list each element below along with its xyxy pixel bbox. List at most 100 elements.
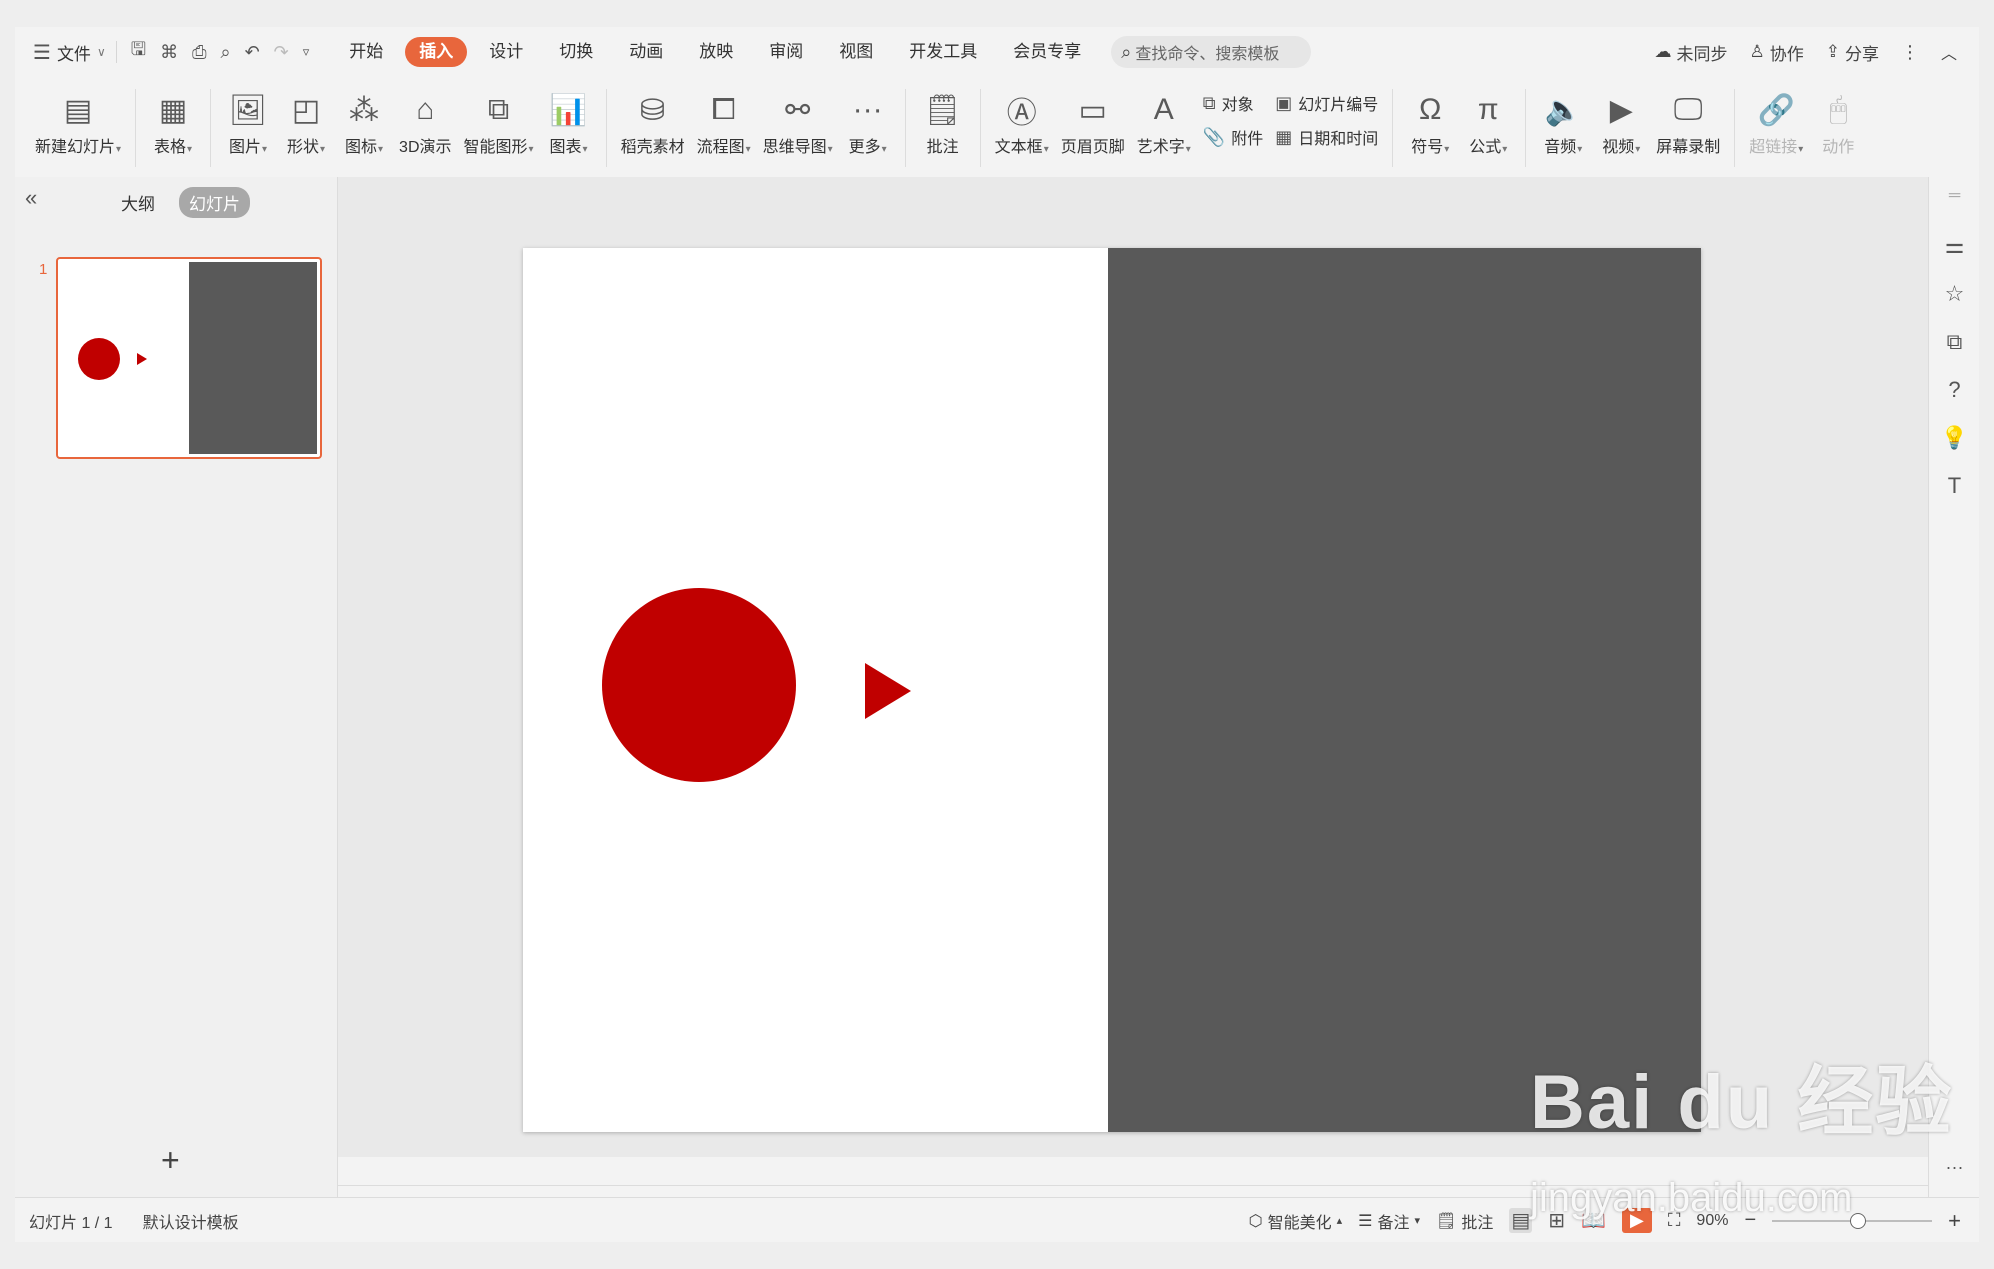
tab-member[interactable]: 会员专享: [995, 37, 1099, 67]
screen-record-button[interactable]: 🖵 屏幕录制: [1656, 77, 1720, 157]
material-button[interactable]: ⛁ 稻壳素材: [621, 77, 685, 157]
demo3d-button[interactable]: ⌂ 3D演示: [399, 77, 451, 157]
formula-label: 公式: [1469, 139, 1502, 156]
symbol-label: 符号: [1411, 139, 1444, 156]
header-footer-button[interactable]: ▭ 页眉页脚: [1061, 77, 1125, 157]
tab-view[interactable]: 视图: [821, 37, 891, 67]
tab-outline[interactable]: 大纲: [111, 187, 165, 218]
tab-developer[interactable]: 开发工具: [891, 37, 995, 67]
tab-design[interactable]: 设计: [471, 37, 541, 67]
star-icon[interactable]: ☆: [1929, 281, 1979, 307]
customize-icon[interactable]: ▿: [303, 44, 310, 60]
smart-beautify-button[interactable]: ⬡ 智能美化 ▴: [1249, 1209, 1343, 1233]
tab-home[interactable]: 开始: [331, 37, 401, 67]
file-menu[interactable]: ☰ 文件 ∨: [33, 40, 106, 65]
smartart-button[interactable]: ⧉ 智能图形▾: [464, 77, 534, 157]
collapse-panel-icon[interactable]: «: [25, 185, 37, 211]
slide-thumbnail[interactable]: [56, 257, 322, 459]
icon-label: 图标: [345, 139, 378, 156]
tab-review[interactable]: 审阅: [751, 37, 821, 67]
attachment-button[interactable]: 📎 附件: [1203, 125, 1263, 149]
save-icon[interactable]: 🖫: [131, 37, 146, 67]
wordart-button[interactable]: A 艺术字▾: [1137, 77, 1191, 157]
video-icon: ▶: [1609, 93, 1633, 127]
wordart-label: 艺术字: [1136, 139, 1185, 156]
object-icon: ⧉: [1202, 92, 1216, 113]
format-painter-icon[interactable]: ⌘: [160, 42, 178, 63]
notes-toggle-button[interactable]: ☰ 备注 ▾: [1358, 1209, 1420, 1233]
print-icon[interactable]: ⎙: [192, 42, 206, 63]
divider: [605, 89, 607, 167]
collab-button[interactable]: ♙ 协作: [1749, 40, 1803, 65]
zoom-slider-knob[interactable]: [1850, 1212, 1867, 1229]
tab-slideshow[interactable]: 放映: [681, 37, 751, 67]
add-slide-icon[interactable]: +: [161, 1142, 180, 1179]
hyperlink-button[interactable]: 🔗 超链接▾: [1749, 77, 1803, 157]
redo-icon[interactable]: ↷: [274, 42, 289, 63]
current-slide[interactable]: [523, 248, 1701, 1132]
lightbulb-icon[interactable]: 💡: [1929, 425, 1979, 451]
action-label: 动作: [1822, 139, 1855, 156]
table-button[interactable]: ▦ 表格▾: [150, 77, 196, 157]
date-time-button[interactable]: ▦ 日期和时间: [1275, 125, 1378, 149]
red-circle-shape[interactable]: [602, 588, 796, 782]
flowchart-label: 流程图: [696, 139, 745, 156]
symbol-button[interactable]: Ω 符号▾: [1407, 77, 1453, 157]
tab-transition[interactable]: 切换: [541, 37, 611, 67]
normal-view-icon[interactable]: ▤: [1509, 1208, 1533, 1233]
menu-bar: ☰ 文件 ∨ 🖫 ⌘ ⎙ ⌕ ↶ ↷ ▿ 开始 插入 设计 切换 动画 放映 审…: [15, 27, 1979, 77]
dropdown-arrow-icon: ▾: [881, 144, 887, 155]
formula-button[interactable]: π 公式▾: [1465, 77, 1511, 157]
tab-slides[interactable]: 幻灯片: [179, 187, 250, 218]
action-button[interactable]: 🖱 动作: [1815, 77, 1861, 157]
thumbnail-gray-panel: [189, 262, 317, 454]
textbox-button[interactable]: Ⓐ 文本框▾: [995, 77, 1049, 157]
slide-number-icon: ▣: [1275, 92, 1293, 113]
dropdown-arrow-icon: ▾: [528, 144, 534, 155]
slide-number-button[interactable]: ▣ 幻灯片编号: [1275, 91, 1378, 115]
divider: [1392, 89, 1394, 167]
ribbon-tabs: 开始 插入 设计 切换 动画 放映 审阅 视图 开发工具 会员专享: [331, 37, 1099, 67]
command-search-input[interactable]: ⌕ 查找命令、搜索模板: [1111, 36, 1312, 68]
print-preview-icon[interactable]: ⌕: [220, 42, 230, 63]
calendar-icon: ▦: [1275, 126, 1293, 147]
wordart-icon: A: [1153, 93, 1174, 126]
undo-icon[interactable]: ↶: [245, 42, 260, 63]
copy-layout-icon[interactable]: ⧉: [1929, 329, 1979, 355]
header-footer-icon: ▭: [1078, 93, 1107, 127]
text-icon[interactable]: T: [1929, 473, 1979, 499]
sync-button[interactable]: ☁ 未同步: [1654, 40, 1727, 65]
red-triangle-shape[interactable]: [865, 663, 911, 719]
share-button[interactable]: ⇪ 分享: [1826, 40, 1879, 65]
shape-button[interactable]: ◰ 形状▾: [283, 77, 329, 157]
slide-counter: 幻灯片 1 / 1: [29, 1214, 113, 1232]
more-label: 更多: [848, 139, 881, 156]
help-icon[interactable]: ?: [1929, 377, 1979, 403]
comment-button[interactable]: 🗒 批注: [920, 77, 966, 157]
template-name[interactable]: 默认设计模板: [143, 1209, 239, 1233]
icon-button[interactable]: ⁂ 图标▾: [341, 77, 387, 157]
tab-animation[interactable]: 动画: [611, 37, 681, 67]
video-button[interactable]: ▶ 视频▾: [1598, 77, 1644, 157]
zoom-in-icon[interactable]: +: [1948, 1208, 1961, 1234]
more-vertical-icon[interactable]: ⋮: [1901, 42, 1919, 63]
mindmap-button[interactable]: ⚯ 思维导图▾: [763, 77, 833, 157]
more-horizontal-icon[interactable]: ···: [1929, 1157, 1979, 1178]
audio-button[interactable]: 🔈 音频▾: [1540, 77, 1586, 157]
gray-rectangle-shape[interactable]: [1108, 248, 1701, 1132]
comment-label: 批注: [926, 139, 959, 156]
more-button[interactable]: ··· 更多▾: [845, 77, 891, 157]
new-slide-button[interactable]: ▤ 新建幻灯片▾: [35, 77, 121, 157]
tab-insert[interactable]: 插入: [405, 37, 468, 67]
object-button[interactable]: ⧉ 对象: [1203, 91, 1263, 115]
picture-button[interactable]: 🖼 图片▾: [225, 77, 271, 157]
chart-button[interactable]: 📊 图表▾: [546, 77, 592, 157]
chevron-up-icon: ▴: [1336, 1215, 1343, 1227]
attachment-label: 附件: [1231, 131, 1264, 148]
dropdown-arrow-icon: ▾: [1502, 144, 1508, 155]
flowchart-button[interactable]: ⧠ 流程图▾: [697, 77, 751, 157]
drag-handle-icon[interactable]: ═: [1929, 187, 1979, 205]
comment-toggle-button[interactable]: 🗒 批注: [1436, 1209, 1493, 1233]
collapse-ribbon-icon[interactable]: ︿: [1941, 40, 1957, 64]
property-settings-icon[interactable]: ⚌: [1929, 233, 1979, 259]
